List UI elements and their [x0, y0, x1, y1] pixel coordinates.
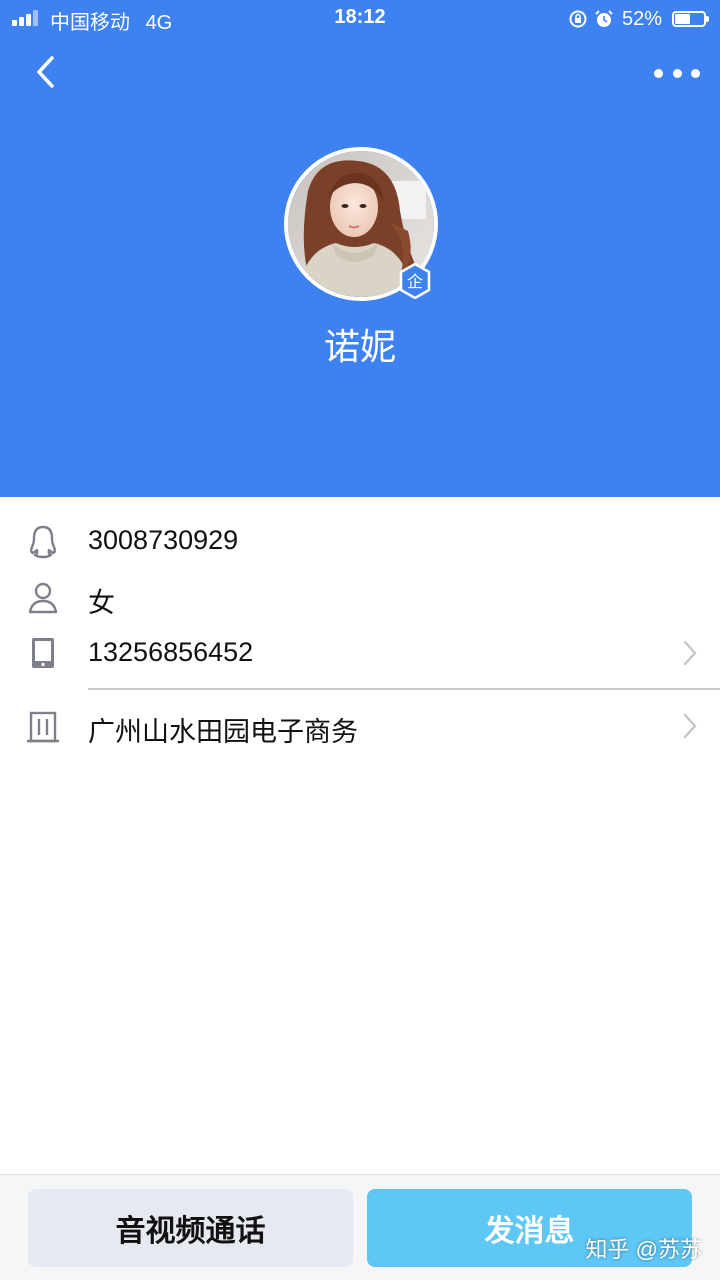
qq-icon [30, 525, 56, 559]
chevron-right-icon [683, 713, 697, 739]
status-right-group: 52% [568, 6, 709, 32]
building-icon [27, 711, 59, 743]
more-dots-icon [654, 68, 663, 78]
watermark: 知乎 @苏苏 [585, 1237, 702, 1262]
company-name[interactable]: 广州山水田园电子商务 [88, 710, 358, 749]
more-button[interactable] [654, 58, 700, 88]
battery-icon [672, 11, 709, 27]
phone-icon [32, 638, 54, 668]
person-icon [28, 582, 58, 614]
profile-header: 中国移动 4G 18:12 52% 企 诺妮 [0, 0, 720, 497]
qq-number: 3008730929 [88, 525, 239, 555]
status-bar: 中国移动 4G 18:12 52% [0, 0, 720, 38]
phone-row[interactable]: 13256856452 [0, 625, 720, 681]
bottom-action-bar: 音视频通话 发消息 [0, 1174, 720, 1280]
avatar-container[interactable]: 企 [284, 147, 438, 301]
badge-label: 企 [407, 272, 423, 291]
qq-row: 3008730929 [0, 513, 720, 569]
divider [88, 688, 720, 690]
rotation-lock-icon [569, 10, 587, 28]
enterprise-badge: 企 [398, 262, 432, 300]
profile-name: 诺妮 [323, 326, 396, 367]
alarm-icon [595, 10, 613, 27]
company-row[interactable]: 广州山水田园电子商务 [0, 698, 720, 754]
video-call-button[interactable]: 音视频通话 [28, 1189, 353, 1267]
back-button[interactable] [30, 52, 66, 92]
gender-value: 女 [88, 588, 115, 618]
battery-percent: 52% [621, 7, 662, 30]
chevron-right-icon [683, 640, 697, 666]
gender-row: 女 [0, 569, 720, 625]
battery-fill [675, 14, 690, 24]
phone-number[interactable]: 13256856452 [88, 637, 253, 668]
